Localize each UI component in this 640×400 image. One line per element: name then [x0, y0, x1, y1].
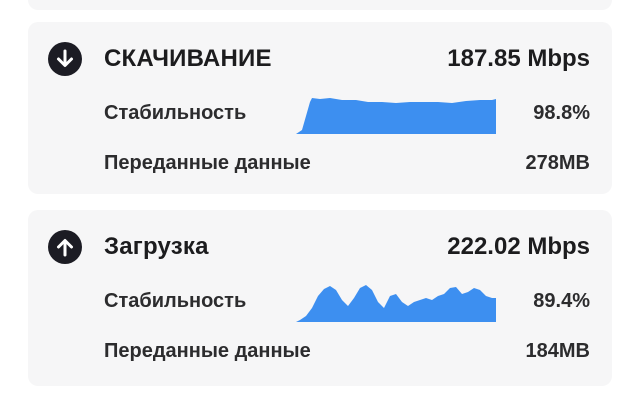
- upload-stability-graph: [296, 285, 496, 322]
- arrow-down-circle-icon: [48, 42, 82, 76]
- download-stability-graph: [296, 98, 496, 134]
- download-speed: 187.85 Mbps: [447, 45, 590, 72]
- download-data-label: Переданные данные: [104, 152, 311, 174]
- arrow-up-circle-icon: [48, 230, 82, 264]
- previous-card-edge: [28, 0, 612, 10]
- upload-stability-value: 89.4%: [533, 290, 590, 312]
- upload-data-row: Переданные данные 184MB: [28, 338, 612, 364]
- download-title: СКАЧИВАНИЕ: [104, 45, 272, 72]
- download-data-row: Переданные данные 278MB: [28, 150, 612, 176]
- download-stability-value: 98.8%: [533, 102, 590, 124]
- download-data-value: 278MB: [525, 152, 590, 174]
- upload-header: Загрузка 222.02 Mbps: [28, 230, 612, 266]
- upload-speed: 222.02 Mbps: [447, 233, 590, 260]
- download-card: СКАЧИВАНИЕ 187.85 Mbps Стабильность 98.8…: [28, 22, 612, 194]
- upload-data-label: Переданные данные: [104, 340, 311, 362]
- upload-data-value: 184MB: [525, 340, 590, 362]
- upload-title: Загрузка: [104, 233, 209, 260]
- upload-card: Загрузка 222.02 Mbps Стабильность 89.4% …: [28, 210, 612, 386]
- download-stability-label: Стабильность: [104, 102, 247, 124]
- download-header: СКАЧИВАНИЕ 187.85 Mbps: [28, 42, 612, 78]
- upload-stability-row: Стабильность 89.4%: [28, 282, 612, 322]
- download-stability-row: Стабильность 98.8%: [28, 94, 612, 134]
- upload-stability-label: Стабильность: [104, 290, 247, 312]
